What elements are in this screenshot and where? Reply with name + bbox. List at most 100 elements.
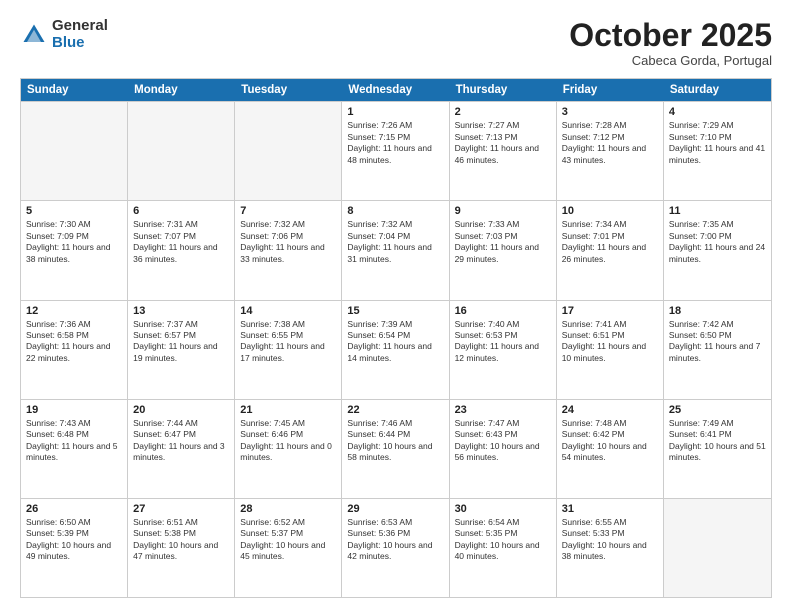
calendar-body: 1Sunrise: 7:26 AMSunset: 7:15 PMDaylight… — [21, 101, 771, 597]
day-cell-8: 8Sunrise: 7:32 AMSunset: 7:04 PMDaylight… — [342, 201, 449, 299]
day-cell-16: 16 Sunrise: 7:40 AMSunset: 6:53 PMDayligh… — [450, 301, 557, 399]
day-cell-7: 7 Sunrise: 7:32 AMSunset: 7:06 PMDaylight… — [235, 201, 342, 299]
day-info-31: Sunrise: 6:55 AMSunset: 5:33 PMDaylight:… — [562, 517, 658, 563]
day-number-20: 20 — [133, 404, 229, 416]
day-number-22: 22 — [347, 404, 443, 416]
day-number-16: 16 — [455, 305, 551, 317]
day-cell-28: 28 Sunrise: 6:52 AMSunset: 5:37 PMDayligh… — [235, 499, 342, 597]
header-monday: Monday — [128, 79, 235, 101]
day-cell-29: 29 Sunrise: 6:53 AMSunset: 5:36 PMDayligh… — [342, 499, 449, 597]
day-number-27: 27 — [133, 503, 229, 515]
day-cell-23: 23 Sunrise: 7:47 AMSunset: 6:43 PMDayligh… — [450, 400, 557, 498]
calendar-row-1: 1Sunrise: 7:26 AMSunset: 7:15 PMDaylight… — [21, 101, 771, 200]
day-cell-24: 24 Sunrise: 7:48 AMSunset: 6:42 PMDayligh… — [557, 400, 664, 498]
day-cell-12: 12 Sunrise: 7:36 AMSunset: 6:58 PMDayligh… — [21, 301, 128, 399]
day-cell-13: 13Sunrise: 7:37 AMSunset: 6:57 PMDayligh… — [128, 301, 235, 399]
day-info-17: Sunrise: 7:41 AMSunset: 6:51 PMDaylight:… — [562, 319, 658, 365]
day-info-28: Sunrise: 6:52 AMSunset: 5:37 PMDaylight:… — [240, 517, 336, 563]
day-info-25: Sunrise: 7:49 AMSunset: 6:41 PMDaylight:… — [669, 418, 766, 464]
calendar-row-2: 5 Sunrise: 7:30 AMSunset: 7:09 PMDaylight… — [21, 200, 771, 299]
day-cell-6: 6 Sunrise: 7:31 AMSunset: 7:07 PMDaylight… — [128, 201, 235, 299]
header-friday: Friday — [557, 79, 664, 101]
day-number-12: 12 — [26, 305, 122, 317]
header: General Blue October 2025 Cabeca Gorda, … — [20, 18, 772, 68]
empty-cell-4-6 — [664, 499, 771, 597]
day-cell-1: 1Sunrise: 7:26 AMSunset: 7:15 PMDaylight… — [342, 102, 449, 200]
day-info-4: Sunrise: 7:29 AMSunset: 7:10 PMDaylight:… — [669, 120, 766, 166]
day-number-24: 24 — [562, 404, 658, 416]
month-title: October 2025 — [569, 18, 772, 53]
day-cell-19: 19 Sunrise: 7:43 AMSunset: 6:48 PMDayligh… — [21, 400, 128, 498]
day-cell-14: 14 Sunrise: 7:38 AMSunset: 6:55 PMDayligh… — [235, 301, 342, 399]
day-number-15: 15 — [347, 305, 443, 317]
day-cell-2: 2 Sunrise: 7:27 AMSunset: 7:13 PMDaylight… — [450, 102, 557, 200]
day-number-19: 19 — [26, 404, 122, 416]
day-number-25: 25 — [669, 404, 766, 416]
day-info-12: Sunrise: 7:36 AMSunset: 6:58 PMDaylight:… — [26, 319, 122, 365]
day-number-5: 5 — [26, 205, 122, 217]
day-info-5: Sunrise: 7:30 AMSunset: 7:09 PMDaylight:… — [26, 219, 122, 265]
day-info-19: Sunrise: 7:43 AMSunset: 6:48 PMDaylight:… — [26, 418, 122, 464]
day-info-11: Sunrise: 7:35 AMSunset: 7:00 PMDaylight:… — [669, 219, 766, 265]
day-info-10: Sunrise: 7:34 AMSunset: 7:01 PMDaylight:… — [562, 219, 658, 265]
day-number-26: 26 — [26, 503, 122, 515]
day-cell-17: 17 Sunrise: 7:41 AMSunset: 6:51 PMDayligh… — [557, 301, 664, 399]
day-number-2: 2 — [455, 106, 551, 118]
day-info-16: Sunrise: 7:40 AMSunset: 6:53 PMDaylight:… — [455, 319, 551, 365]
day-cell-21: 21Sunrise: 7:45 AMSunset: 6:46 PMDayligh… — [235, 400, 342, 498]
page: General Blue October 2025 Cabeca Gorda, … — [0, 0, 792, 612]
logo-icon — [20, 21, 48, 49]
subtitle: Cabeca Gorda, Portugal — [569, 53, 772, 68]
calendar-row-4: 19 Sunrise: 7:43 AMSunset: 6:48 PMDayligh… — [21, 399, 771, 498]
day-cell-18: 18 Sunrise: 7:42 AMSunset: 6:50 PMDayligh… — [664, 301, 771, 399]
empty-cell-0-1 — [128, 102, 235, 200]
day-number-30: 30 — [455, 503, 551, 515]
day-info-24: Sunrise: 7:48 AMSunset: 6:42 PMDaylight:… — [562, 418, 658, 464]
header-saturday: Saturday — [664, 79, 771, 101]
day-cell-27: 27 Sunrise: 6:51 AMSunset: 5:38 PMDayligh… — [128, 499, 235, 597]
empty-cell-0-0 — [21, 102, 128, 200]
calendar-header: Sunday Monday Tuesday Wednesday Thursday… — [21, 79, 771, 101]
day-info-1: Sunrise: 7:26 AMSunset: 7:15 PMDaylight:… — [347, 120, 443, 166]
day-number-11: 11 — [669, 205, 766, 217]
day-number-31: 31 — [562, 503, 658, 515]
day-info-6: Sunrise: 7:31 AMSunset: 7:07 PMDaylight:… — [133, 219, 229, 265]
day-info-20: Sunrise: 7:44 AMSunset: 6:47 PMDaylight:… — [133, 418, 229, 464]
header-thursday: Thursday — [450, 79, 557, 101]
day-cell-31: 31 Sunrise: 6:55 AMSunset: 5:33 PMDayligh… — [557, 499, 664, 597]
day-cell-9: 9Sunrise: 7:33 AMSunset: 7:03 PMDaylight… — [450, 201, 557, 299]
calendar-row-5: 26Sunrise: 6:50 AMSunset: 5:39 PMDayligh… — [21, 498, 771, 597]
header-wednesday: Wednesday — [342, 79, 449, 101]
empty-cell-0-2 — [235, 102, 342, 200]
day-info-27: Sunrise: 6:51 AMSunset: 5:38 PMDaylight:… — [133, 517, 229, 563]
day-info-3: Sunrise: 7:28 AMSunset: 7:12 PMDaylight:… — [562, 120, 658, 166]
calendar-row-3: 12 Sunrise: 7:36 AMSunset: 6:58 PMDayligh… — [21, 300, 771, 399]
day-number-18: 18 — [669, 305, 766, 317]
day-info-8: Sunrise: 7:32 AMSunset: 7:04 PMDaylight:… — [347, 219, 443, 265]
day-info-21: Sunrise: 7:45 AMSunset: 6:46 PMDaylight:… — [240, 418, 336, 464]
day-info-23: Sunrise: 7:47 AMSunset: 6:43 PMDaylight:… — [455, 418, 551, 464]
day-info-29: Sunrise: 6:53 AMSunset: 5:36 PMDaylight:… — [347, 517, 443, 563]
day-cell-3: 3Sunrise: 7:28 AMSunset: 7:12 PMDaylight… — [557, 102, 664, 200]
day-info-7: Sunrise: 7:32 AMSunset: 7:06 PMDaylight:… — [240, 219, 336, 265]
day-number-28: 28 — [240, 503, 336, 515]
day-info-14: Sunrise: 7:38 AMSunset: 6:55 PMDaylight:… — [240, 319, 336, 365]
title-block: October 2025 Cabeca Gorda, Portugal — [569, 18, 772, 68]
day-cell-10: 10Sunrise: 7:34 AMSunset: 7:01 PMDayligh… — [557, 201, 664, 299]
day-info-2: Sunrise: 7:27 AMSunset: 7:13 PMDaylight:… — [455, 120, 551, 166]
day-cell-4: 4Sunrise: 7:29 AMSunset: 7:10 PMDaylight… — [664, 102, 771, 200]
day-number-23: 23 — [455, 404, 551, 416]
day-info-13: Sunrise: 7:37 AMSunset: 6:57 PMDaylight:… — [133, 319, 229, 365]
header-sunday: Sunday — [21, 79, 128, 101]
logo-blue: Blue — [52, 35, 108, 52]
calendar: Sunday Monday Tuesday Wednesday Thursday… — [20, 78, 772, 598]
day-number-29: 29 — [347, 503, 443, 515]
day-number-6: 6 — [133, 205, 229, 217]
day-cell-11: 11 Sunrise: 7:35 AMSunset: 7:00 PMDayligh… — [664, 201, 771, 299]
day-number-17: 17 — [562, 305, 658, 317]
day-cell-15: 15Sunrise: 7:39 AMSunset: 6:54 PMDayligh… — [342, 301, 449, 399]
day-info-18: Sunrise: 7:42 AMSunset: 6:50 PMDaylight:… — [669, 319, 766, 365]
day-cell-20: 20 Sunrise: 7:44 AMSunset: 6:47 PMDayligh… — [128, 400, 235, 498]
day-number-7: 7 — [240, 205, 336, 217]
day-number-14: 14 — [240, 305, 336, 317]
